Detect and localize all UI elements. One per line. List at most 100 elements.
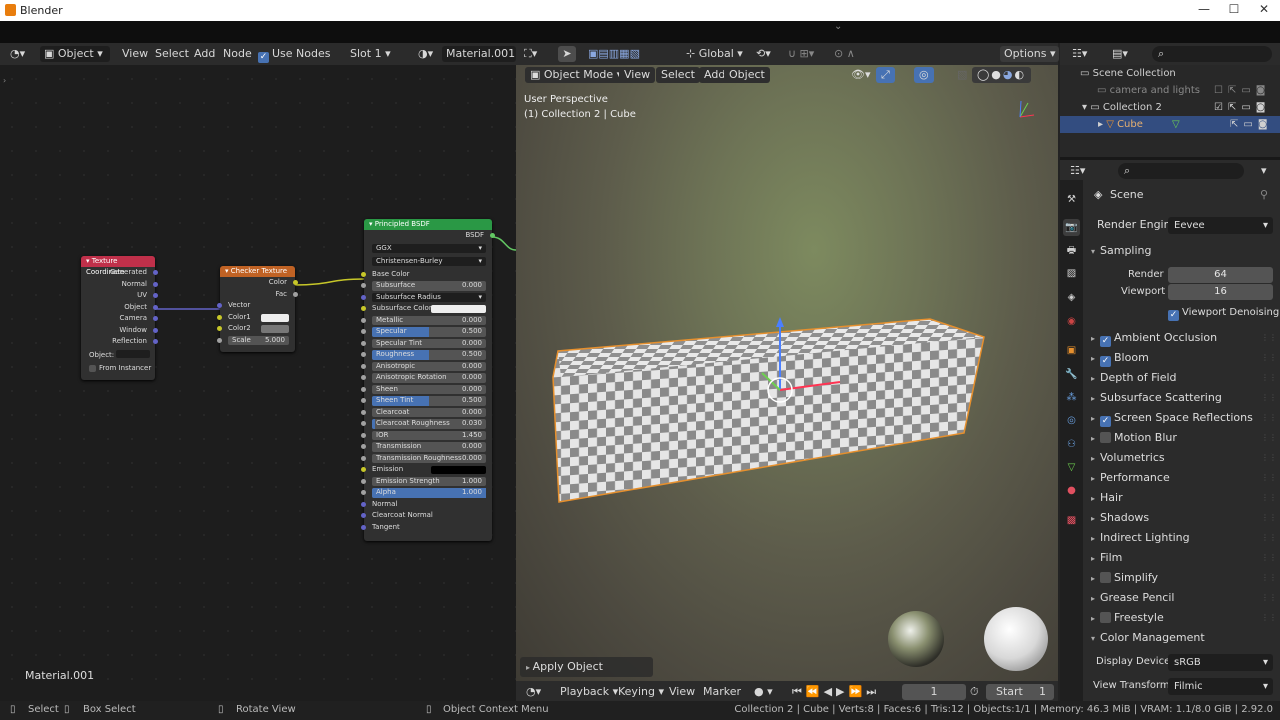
socket-icon[interactable] [361, 490, 366, 495]
drag-handle-icon[interactable]: ⋮⋮ [1261, 469, 1277, 487]
drag-handle-icon[interactable]: ⋮⋮ [1261, 409, 1277, 427]
view-transform-dropdown[interactable]: Filmic ▾ [1168, 678, 1273, 695]
drag-handle-icon[interactable]: ⋮⋮ [1261, 329, 1277, 347]
socket-icon[interactable] [361, 352, 366, 357]
socket-icon[interactable] [361, 432, 366, 438]
maximize-button[interactable]: ☐ [1219, 2, 1249, 18]
transform-orientation-dropdown[interactable]: ⊹ Global ▾ [686, 46, 743, 62]
subpanel-header[interactable]: ▸ Motion Blur ⋮⋮ [1091, 429, 1277, 447]
subpanel-header[interactable]: ▸ Film ⋮⋮ [1091, 549, 1277, 567]
scene-tab-icon[interactable]: ◈ [1063, 289, 1080, 306]
socket-icon[interactable] [153, 339, 158, 344]
value-field[interactable]: Clearcoat Roughness 0.030 [372, 419, 486, 429]
pivot-icon[interactable]: ⟲▾ [756, 46, 771, 62]
subpanel-header[interactable]: ▸ ✓ Ambient Occlusion ⋮⋮ [1091, 329, 1277, 347]
socket-icon[interactable] [153, 270, 158, 275]
drag-handle-icon[interactable]: ⋮⋮ [1261, 569, 1277, 587]
color-swatch[interactable] [261, 325, 289, 333]
shading-mode-icons[interactable]: ◯●◕◐ [972, 67, 1032, 83]
gizmo-z-arrow[interactable] [776, 317, 784, 327]
minimize-button[interactable]: — [1189, 2, 1219, 18]
snap-icon[interactable]: ∪ ⊞▾ [788, 46, 814, 62]
color-swatch[interactable] [431, 305, 486, 313]
subpanel-header[interactable]: ▸ ✓ Bloom ⋮⋮ [1091, 349, 1277, 367]
menu-view[interactable]: View [669, 684, 695, 700]
material-tab-icon[interactable]: ● [1063, 482, 1080, 499]
sampling-panel-header[interactable]: ▾ Sampling [1091, 242, 1152, 260]
socket-icon[interactable] [361, 501, 366, 507]
drag-handle-icon[interactable]: ⋮⋮ [1261, 389, 1277, 407]
color-swatch[interactable] [431, 466, 486, 474]
viewport-denoising-checkbox[interactable]: ✓ Viewport Denoising [1168, 304, 1279, 322]
row-toggle-icons[interactable]: ⇱▭◙ [1230, 116, 1273, 133]
socket-icon[interactable] [361, 524, 366, 530]
socket-icon[interactable] [361, 467, 366, 472]
current-frame-field[interactable]: 1 [902, 684, 966, 700]
value-field[interactable]: Transmission Roughness 0.000 [372, 453, 486, 463]
3d-viewport[interactable] [516, 65, 1058, 681]
socket-icon[interactable] [361, 271, 366, 277]
principled-bsdf-node[interactable]: ▾ Principled BSDF BSDF GGX ▾ Christensen-… [361, 219, 495, 541]
socket-icon[interactable] [361, 409, 366, 415]
output-tab-icon[interactable]: 🖶 [1063, 242, 1080, 259]
display-device-dropdown[interactable]: sRGB ▾ [1168, 654, 1273, 671]
row-toggle-icons[interactable]: ☐⇱▭◙ [1214, 82, 1271, 99]
socket-icon[interactable] [361, 513, 366, 518]
color-swatch[interactable] [261, 313, 289, 322]
value-field[interactable]: Subsurface Radius ▾ [372, 292, 486, 302]
checkmark-icon[interactable]: ✓ [1100, 416, 1112, 427]
checkbox-icon[interactable] [1100, 572, 1112, 583]
subpanel-header[interactable]: ▸ Freestyle ⋮⋮ [1091, 609, 1277, 627]
socket-icon[interactable] [361, 478, 366, 484]
particles-tab-icon[interactable]: ⁂ [1063, 389, 1080, 406]
options-dropdown[interactable]: Options ▾ [1000, 46, 1060, 62]
value-field[interactable]: Alpha 1.000 [372, 488, 486, 498]
subpanel-header[interactable]: ▸ Shadows ⋮⋮ [1091, 509, 1277, 527]
socket-icon[interactable] [361, 375, 366, 380]
subpanel-header[interactable]: ▸ Indirect Lighting ⋮⋮ [1091, 529, 1277, 547]
socket-icon[interactable] [153, 327, 158, 333]
value-field[interactable]: Specular Tint 0.000 [372, 338, 486, 348]
socket-icon[interactable] [361, 306, 366, 311]
socket-icon[interactable] [361, 283, 366, 288]
socket-icon[interactable] [361, 398, 366, 403]
modifier-tab-icon[interactable]: 🔧 [1063, 366, 1080, 383]
socket-icon[interactable] [361, 340, 366, 346]
outliner-row-scene-collection[interactable]: ▭ Scene Collection [1060, 65, 1280, 82]
socket-icon[interactable] [217, 326, 222, 331]
from-instancer-row[interactable]: From Instancer [81, 363, 155, 375]
socket-icon[interactable] [361, 386, 366, 392]
world-tab-icon[interactable]: ◉ [1063, 313, 1080, 330]
display-mode-icon[interactable]: ▤▾ [1112, 46, 1128, 62]
drag-handle-icon[interactable]: ⋮⋮ [1261, 429, 1277, 447]
render-samples-field[interactable]: 64 [1168, 267, 1273, 283]
value-field[interactable]: Subsurface 0.000 [372, 281, 486, 291]
subpanel-header[interactable]: ▸ Grease Pencil ⋮⋮ [1091, 589, 1277, 607]
object-tab-icon[interactable]: ▣ [1063, 342, 1080, 359]
gizmo-toggle-icon[interactable]: ⤢ [876, 67, 895, 83]
socket-icon[interactable] [293, 280, 298, 285]
chevron-down-icon[interactable]: ▾ [1261, 163, 1267, 179]
render-engine-dropdown[interactable]: Eevee ▾ [1168, 217, 1273, 234]
value-field[interactable]: Roughness 0.500 [372, 350, 486, 360]
drag-handle-icon[interactable]: ⋮⋮ [1261, 549, 1277, 567]
menu-playback[interactable]: Playback ▾ [560, 684, 618, 700]
outliner-row-cube[interactable]: ▸ ▽ Cube ▽ ⇱▭◙ [1060, 116, 1280, 133]
tool-tab-icon[interactable]: ⚒ [1063, 191, 1080, 208]
socket-icon[interactable] [293, 291, 298, 297]
value-field[interactable]: Anisotropic Rotation 0.000 [372, 373, 486, 383]
menu-view[interactable]: View [619, 67, 656, 83]
drag-handle-icon[interactable]: ⋮⋮ [1261, 349, 1277, 367]
properties-search-input[interactable]: ⌕ [1118, 163, 1244, 179]
value-field[interactable]: Sheen 0.000 [372, 384, 486, 394]
outliner-row-collection-2[interactable]: ▾ ▭ Collection 2 ☑⇱▭◙ [1060, 99, 1280, 116]
socket-icon[interactable] [361, 363, 366, 369]
texture-tab-icon[interactable]: ▩ [1063, 512, 1080, 529]
socket-icon[interactable] [490, 233, 495, 238]
color-management-panel-header[interactable]: ▾ Color Management [1091, 629, 1205, 647]
drag-handle-icon[interactable]: ⋮⋮ [1261, 529, 1277, 547]
stopwatch-icon[interactable]: ⏱ [970, 684, 979, 700]
menu-select[interactable]: Select [656, 67, 700, 83]
playback-controls[interactable]: ⏮⏪◀▶⏩⏭ [792, 684, 880, 700]
socket-icon[interactable] [153, 293, 158, 298]
